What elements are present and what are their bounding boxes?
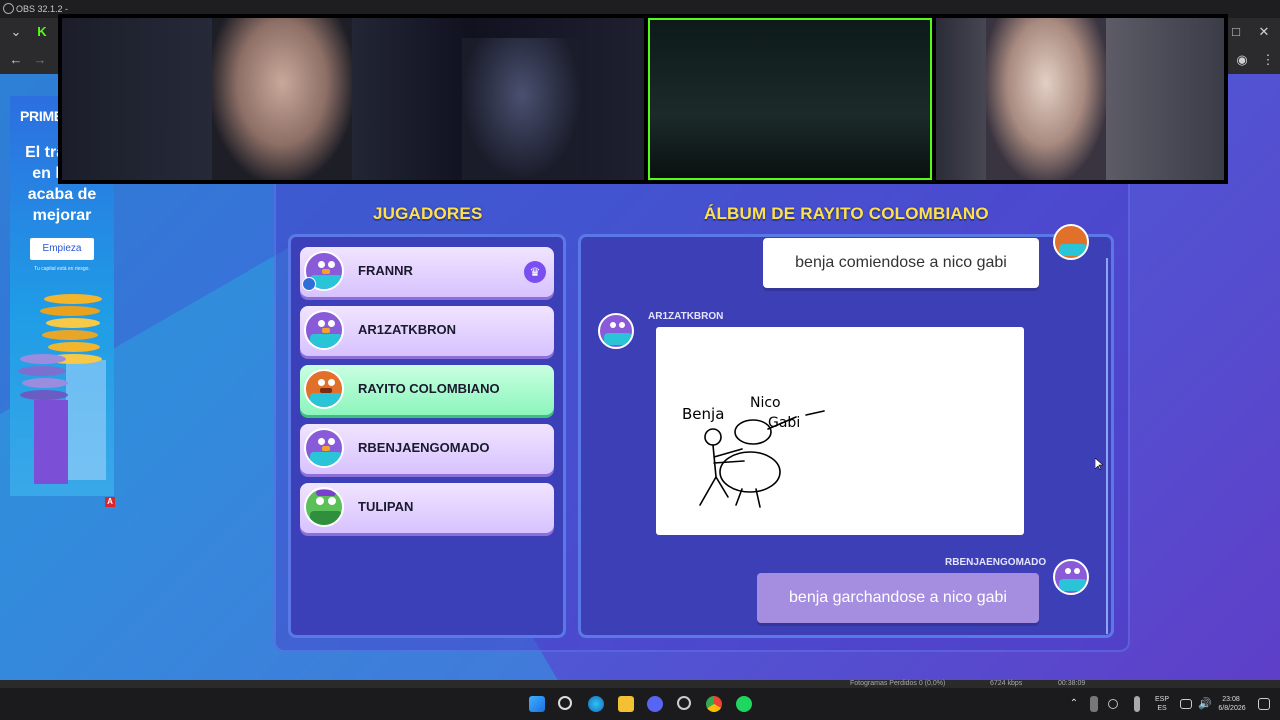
- player-name: RAYITO COLOMBIANO: [358, 381, 500, 396]
- player-card-tulipan[interactable]: TULIPAN: [300, 483, 554, 533]
- webcam-feed-3: [936, 18, 1224, 180]
- webcam-overlay: [58, 14, 1228, 184]
- window-restore-icon[interactable]: □: [1226, 22, 1246, 42]
- tray-app-icon[interactable]: [1108, 699, 1118, 709]
- player-card-rayito-colombiano[interactable]: RAYITO COLOMBIANO: [300, 365, 554, 415]
- file-explorer-icon[interactable]: [618, 696, 634, 712]
- player-name: AR1ZATKBRON: [358, 322, 456, 337]
- stream-time: 00:38:09: [1058, 680, 1086, 687]
- webcam-feed-2: [648, 18, 932, 180]
- obs-title: OBS 32.1.2 -: [16, 4, 69, 14]
- player-name: TULIPAN: [358, 499, 414, 514]
- discord-icon[interactable]: [647, 696, 663, 712]
- region-indicator[interactable]: ES: [1152, 705, 1172, 713]
- clock-time[interactable]: 23:08: [1214, 696, 1248, 704]
- album-author-avatar: [1053, 559, 1089, 595]
- obs-icon: [3, 3, 14, 14]
- windows-start-icon[interactable]: [529, 696, 545, 712]
- ad-risk-note: Tu capital está en riesgo.: [34, 266, 90, 272]
- coin-stack-illustration: [16, 290, 108, 490]
- album-author-avatar: [598, 313, 634, 349]
- host-user-icon: [302, 277, 316, 291]
- microphone-icon[interactable]: [1134, 696, 1140, 712]
- chrome-icon[interactable]: [706, 696, 722, 712]
- player-avatar: [304, 487, 344, 527]
- tray-battery-icon[interactable]: [1090, 696, 1098, 712]
- album-drawing: Benja Nico Gabi: [656, 327, 1024, 535]
- spotify-icon[interactable]: [736, 696, 752, 712]
- network-icon[interactable]: [1180, 699, 1192, 709]
- player-card-rbenjaengomado[interactable]: RBENJAENGOMADO: [300, 424, 554, 474]
- ad-cta-button[interactable]: Empieza: [30, 238, 94, 260]
- player-avatar: [304, 369, 344, 409]
- drawing-label-benja: Benja: [682, 405, 724, 423]
- drawing-canvas: Benja Nico Gabi: [682, 395, 825, 508]
- player-card-frannr[interactable]: FRANNR ♛: [300, 247, 554, 297]
- language-indicator[interactable]: ESP: [1152, 696, 1172, 704]
- windows-taskbar: ⌃ ESP ES 🔊 23:08 6/8/2026: [0, 688, 1280, 720]
- webcam-feed-1: [62, 18, 644, 180]
- drawing-label-nico: Nico: [750, 395, 781, 411]
- tray-chevron-up-icon[interactable]: ⌃: [1066, 696, 1082, 712]
- dropped-frames: Fotogramas Perdidos 0 (0,0%): [850, 680, 946, 687]
- mouse-cursor-icon: [1094, 457, 1104, 471]
- players-title: JUGADORES: [373, 204, 483, 223]
- forward-arrow-icon[interactable]: →: [30, 50, 50, 70]
- obs-app-icon[interactable]: [677, 696, 691, 710]
- edge-icon[interactable]: [588, 696, 604, 712]
- album-author-name: AR1ZATKBRON: [648, 311, 724, 322]
- menu-kebab-icon[interactable]: ⋮: [1258, 50, 1278, 70]
- album-scrollbar[interactable]: [1106, 258, 1108, 634]
- bitrate: 6724 kbps: [990, 680, 1023, 687]
- album-title: ÁLBUM DE RAYITO COLOMBIANO: [704, 204, 989, 223]
- album-author-avatar: [1053, 224, 1089, 260]
- clock-date[interactable]: 6/8/2026: [1212, 705, 1252, 713]
- search-icon[interactable]: [558, 696, 572, 710]
- player-name: FRANNR: [358, 263, 413, 278]
- album-author-name: RBENJAENGOMADO: [945, 557, 1047, 568]
- player-avatar: [304, 428, 344, 468]
- back-arrow-icon[interactable]: ←: [6, 50, 26, 70]
- crown-icon: ♛: [524, 261, 546, 283]
- extension-icon[interactable]: ◉: [1232, 50, 1252, 70]
- obs-status-bar: Fotogramas Perdidos 0 (0,0%) 6724 kbps 0…: [0, 680, 1280, 688]
- chevron-down-icon[interactable]: ⌄: [6, 22, 26, 42]
- player-avatar: [304, 310, 344, 350]
- window-close-icon[interactable]: ✕: [1254, 22, 1274, 42]
- kick-tab-icon[interactable]: K: [32, 22, 52, 42]
- ad-choice-badge[interactable]: A: [105, 497, 115, 507]
- player-card-ar1zatkbron[interactable]: AR1ZATKBRON: [300, 306, 554, 356]
- album-text-entry: benja garchandose a nico gabi: [757, 573, 1039, 623]
- album-text-entry: benja comiendose a nico gabi: [763, 238, 1039, 288]
- player-name: RBENJAENGOMADO: [358, 440, 490, 455]
- notifications-icon[interactable]: [1258, 698, 1270, 710]
